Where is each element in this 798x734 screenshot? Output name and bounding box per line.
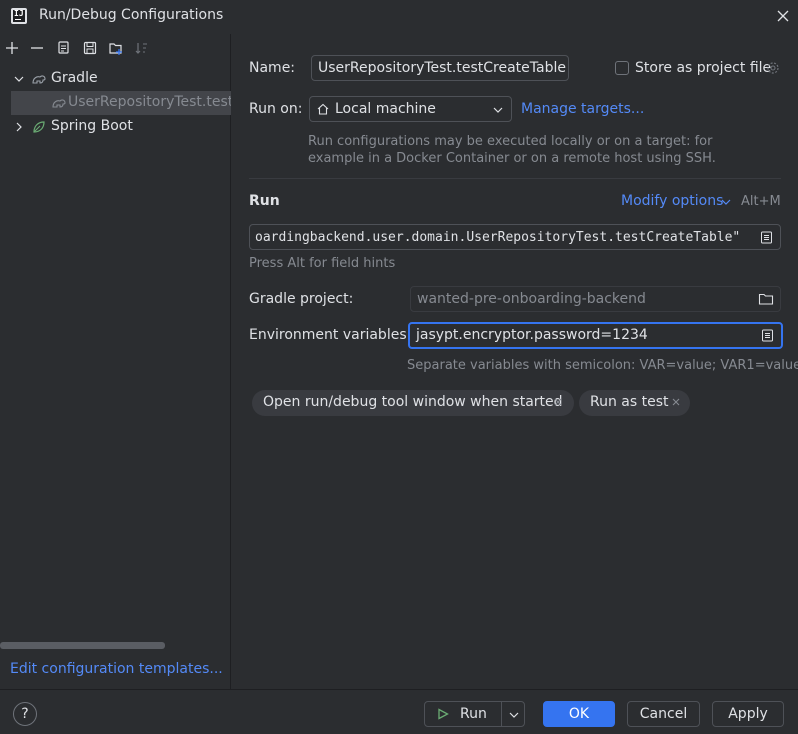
tree-node-gradle[interactable]: Gradle <box>0 67 231 91</box>
close-icon[interactable] <box>670 396 682 408</box>
window-title: Run/Debug Configurations <box>39 7 224 23</box>
configuration-editor: Name: UserRepositoryTest.testCreateTable… <box>232 34 798 689</box>
tree-node-selected-config[interactable]: UserRepositoryTest.testCreateTable <box>11 91 231 115</box>
tree-node-spring-boot[interactable]: Spring Boot <box>0 115 231 139</box>
home-icon <box>317 103 329 115</box>
field-hints-text: Press Alt for field hints <box>249 256 396 271</box>
split-divider <box>501 702 502 726</box>
chip-run-as-test-label: Run as test <box>590 394 669 410</box>
store-as-project-file-checkbox[interactable] <box>615 61 629 75</box>
add-icon[interactable] <box>4 40 20 56</box>
edit-configuration-templates-link[interactable]: Edit configuration templates... <box>10 661 223 677</box>
tree-toolbar <box>0 40 231 58</box>
copy-icon[interactable] <box>55 40 71 56</box>
store-as-project-file-label: Store as project file <box>635 60 772 76</box>
intellij-logo-icon: IJ <box>11 8 27 24</box>
run-tasks-field[interactable]: oardingbackend.user.domain.UserRepositor… <box>249 224 781 250</box>
help-button[interactable]: ? <box>13 702 37 726</box>
chevron-down-icon[interactable] <box>13 73 25 85</box>
run-on-hint-line2: example in a Docker Container or on a re… <box>308 151 716 166</box>
chip-run-as-test[interactable]: Run as test <box>579 390 690 416</box>
environment-variables-field[interactable]: jasypt.encryptor.password=1234 <box>408 322 783 349</box>
play-icon <box>438 708 449 720</box>
section-divider <box>249 178 781 179</box>
environment-variables-label: Environment variables: <box>249 327 412 343</box>
chevron-right-icon[interactable] <box>13 121 25 133</box>
run-tasks-value: oardingbackend.user.domain.UserRepositor… <box>255 230 741 245</box>
run-section-title: Run <box>249 193 280 209</box>
configurations-tree-panel: Gradle UserRepositoryTest.testCreateTabl… <box>0 34 231 689</box>
close-icon[interactable] <box>552 396 564 408</box>
tree-label-spring-boot: Spring Boot <box>51 118 133 134</box>
spring-boot-icon <box>33 121 45 133</box>
remove-icon[interactable] <box>29 40 45 56</box>
name-field[interactable]: UserRepositoryTest.testCreateTable <box>311 55 569 81</box>
gradle-project-label: Gradle project: <box>249 291 354 307</box>
modify-options-link[interactable]: Modify options <box>621 193 723 209</box>
gradle-project-value: wanted-pre-onboarding-backend <box>417 291 646 307</box>
gear-icon[interactable] <box>765 60 781 76</box>
title-bar: IJ Run/Debug Configurations <box>0 0 798 34</box>
save-icon[interactable] <box>82 40 98 56</box>
name-label: Name: <box>249 60 296 76</box>
gradle-test-icon <box>52 99 66 108</box>
run-button[interactable]: Run <box>424 701 525 727</box>
manage-targets-link[interactable]: Manage targets... <box>521 101 644 117</box>
environment-variables-value: jasypt.encryptor.password=1234 <box>416 327 648 343</box>
folder-icon[interactable] <box>758 292 774 306</box>
close-icon[interactable] <box>775 8 791 24</box>
chevron-down-icon[interactable] <box>721 197 731 207</box>
run-on-hint-line1: Run configurations may be executed local… <box>308 134 713 149</box>
gradle-project-field[interactable]: wanted-pre-onboarding-backend <box>410 286 781 312</box>
run-button-label: Run <box>460 706 487 722</box>
modify-options-shortcut: Alt+M <box>741 194 781 209</box>
expand-editor-icon[interactable] <box>760 231 773 244</box>
apply-button[interactable]: Apply <box>712 701 784 727</box>
sort-icon[interactable] <box>134 40 150 56</box>
environment-variables-hint: Separate variables with semicolon: VAR=v… <box>407 358 798 373</box>
name-field-value: UserRepositoryTest.testCreateTable <box>318 60 566 76</box>
chevron-down-icon <box>493 107 503 113</box>
chip-open-tool-window[interactable]: Open run/debug tool window when started <box>252 390 574 416</box>
horizontal-scrollbar[interactable] <box>0 642 165 649</box>
run-on-dropdown[interactable]: Local machine <box>309 96 512 122</box>
new-folder-icon[interactable] <box>108 40 124 56</box>
run-on-value: Local machine <box>335 101 436 117</box>
tree-label-gradle: Gradle <box>51 70 98 86</box>
ok-button[interactable]: OK <box>543 701 615 727</box>
run-on-label: Run on: <box>249 101 303 117</box>
chip-open-tool-window-label: Open run/debug tool window when started <box>263 394 563 410</box>
expand-editor-icon[interactable] <box>761 329 774 342</box>
chevron-down-icon[interactable] <box>509 710 519 720</box>
gradle-icon <box>32 75 46 84</box>
cancel-button[interactable]: Cancel <box>627 701 700 727</box>
tree-label-selected-config: UserRepositoryTest.testCreateTable <box>68 94 231 110</box>
dialog-button-bar: ? Run OK Cancel Apply <box>0 689 798 734</box>
